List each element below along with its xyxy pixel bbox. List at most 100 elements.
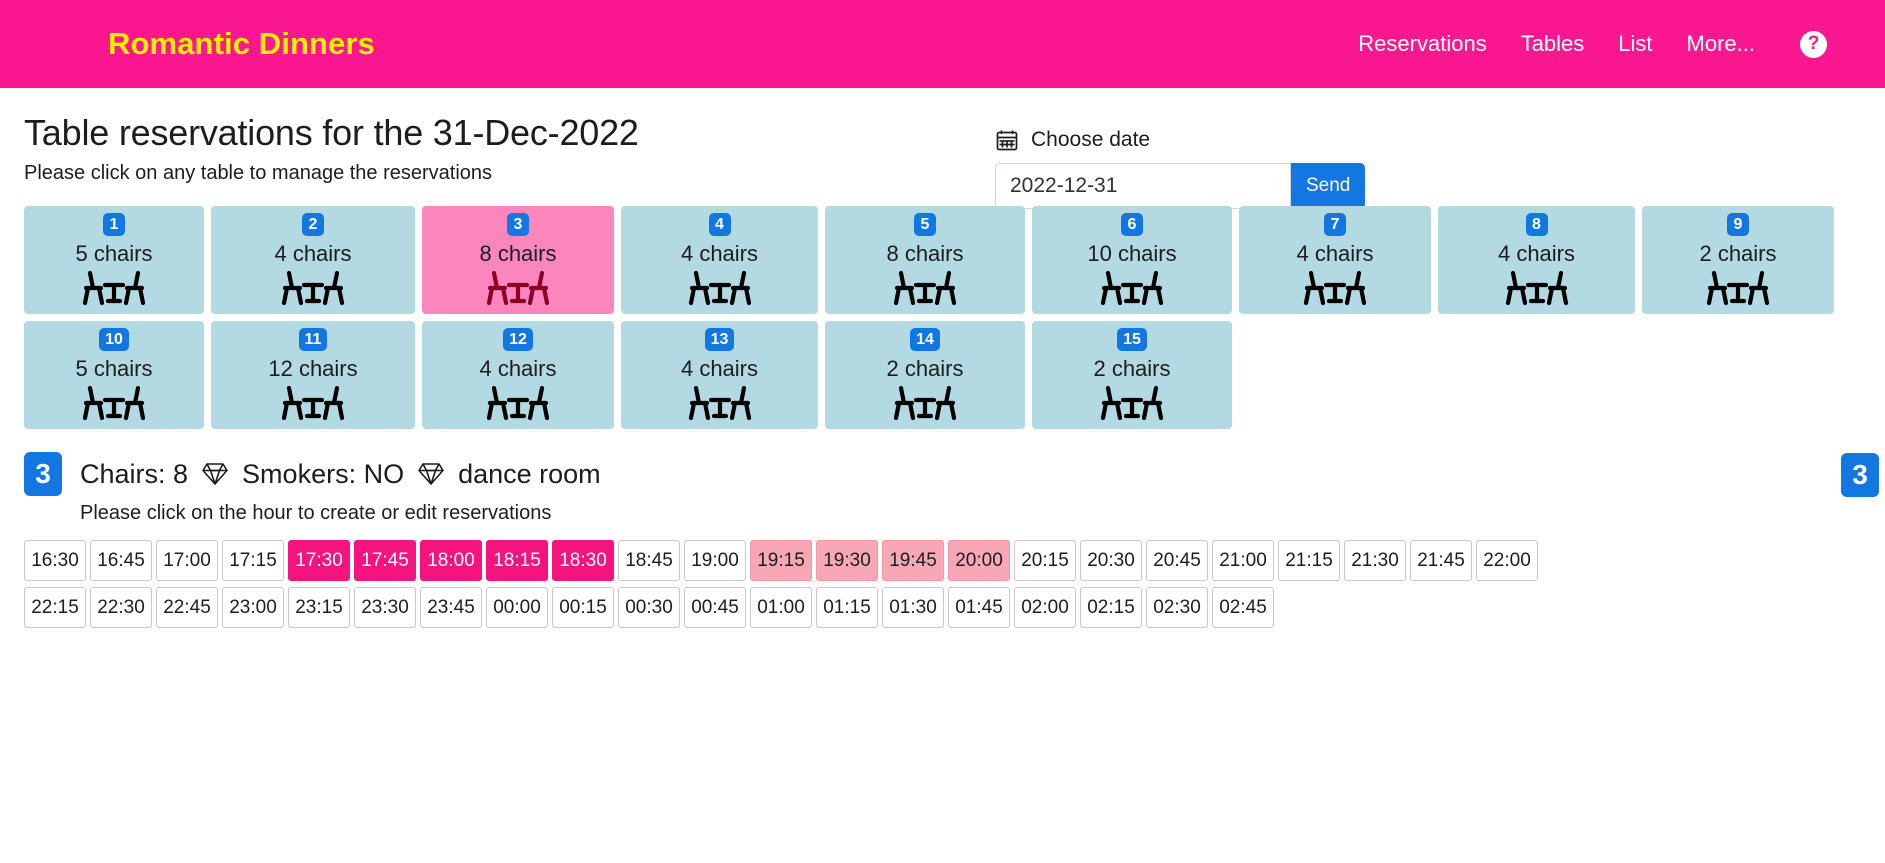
time-slot[interactable]: 19:45 bbox=[882, 540, 944, 581]
time-slot[interactable]: 18:30 bbox=[552, 540, 614, 581]
table-card-11[interactable]: 1112 chairs bbox=[211, 321, 415, 429]
time-slot[interactable]: 20:15 bbox=[1014, 540, 1076, 581]
table-chairs-label: 2 chairs bbox=[1093, 356, 1170, 382]
time-slot[interactable]: 01:15 bbox=[816, 587, 878, 628]
time-slot[interactable]: 02:30 bbox=[1146, 587, 1208, 628]
time-slot[interactable]: 16:30 bbox=[24, 540, 86, 581]
time-slot[interactable]: 23:15 bbox=[288, 587, 350, 628]
time-slot[interactable]: 21:45 bbox=[1410, 540, 1472, 581]
table-number-badge: 7 bbox=[1324, 213, 1346, 236]
tables-row-2: 105 chairs1112 chairs124 chairs134 chair… bbox=[24, 321, 1861, 429]
table-number-badge: 14 bbox=[910, 328, 940, 351]
table-with-chairs-icon bbox=[81, 384, 147, 424]
table-with-chairs-icon bbox=[1302, 269, 1368, 309]
table-card-10[interactable]: 10 5 chairs bbox=[24, 321, 204, 429]
time-slot[interactable]: 17:30 bbox=[288, 540, 350, 581]
table-chairs-label: 4 chairs bbox=[681, 241, 758, 267]
time-slot[interactable]: 17:45 bbox=[354, 540, 416, 581]
table-with-chairs-icon bbox=[1504, 269, 1570, 309]
time-slot[interactable]: 16:45 bbox=[90, 540, 152, 581]
nav-link-tables[interactable]: Tables bbox=[1504, 25, 1602, 63]
time-slot[interactable]: 01:45 bbox=[948, 587, 1010, 628]
table-card-13[interactable]: 134 chairs bbox=[621, 321, 818, 429]
table-with-chairs-icon bbox=[892, 384, 958, 424]
date-input[interactable] bbox=[995, 163, 1291, 209]
time-slot[interactable]: 01:00 bbox=[750, 587, 812, 628]
time-slot[interactable]: 22:45 bbox=[156, 587, 218, 628]
time-slot[interactable]: 00:00 bbox=[486, 587, 548, 628]
question-mark-icon[interactable]: ? bbox=[1800, 31, 1827, 58]
time-slot[interactable]: 01:30 bbox=[882, 587, 944, 628]
table-chairs-label: 4 chairs bbox=[1296, 241, 1373, 267]
time-slot[interactable]: 19:00 bbox=[684, 540, 746, 581]
table-card-14[interactable]: 14 2 chairs bbox=[825, 321, 1025, 429]
table-with-chairs-icon bbox=[1705, 269, 1771, 309]
gem-icon-2 bbox=[417, 461, 445, 487]
time-slot[interactable]: 00:15 bbox=[552, 587, 614, 628]
time-slot[interactable]: 21:00 bbox=[1212, 540, 1274, 581]
time-slot[interactable]: 00:30 bbox=[618, 587, 680, 628]
nav-link-reservations[interactable]: Reservations bbox=[1341, 25, 1503, 63]
time-slot[interactable]: 19:30 bbox=[816, 540, 878, 581]
detail-chairs: Chairs: 8 bbox=[80, 459, 188, 490]
time-slot[interactable]: 19:15 bbox=[750, 540, 812, 581]
nav-link-more[interactable]: More... bbox=[1670, 25, 1772, 63]
table-chairs-label: 2 chairs bbox=[886, 356, 963, 382]
table-with-chairs-icon bbox=[81, 269, 147, 309]
detail-room: dance room bbox=[458, 459, 601, 490]
table-chairs-label: 8 chairs bbox=[886, 241, 963, 267]
time-slot[interactable]: 21:15 bbox=[1278, 540, 1340, 581]
table-chairs-label: 12 chairs bbox=[268, 356, 357, 382]
table-number-badge: 10 bbox=[99, 328, 129, 351]
gem-icon bbox=[201, 461, 229, 487]
time-slot[interactable]: 17:00 bbox=[156, 540, 218, 581]
table-chairs-label: 4 chairs bbox=[681, 356, 758, 382]
calendar-icon bbox=[995, 128, 1019, 152]
nav-link-list[interactable]: List bbox=[1601, 25, 1669, 63]
table-card-7[interactable]: 7 4 chairs bbox=[1239, 206, 1431, 314]
table-with-chairs-icon bbox=[485, 269, 551, 309]
time-slot[interactable]: 23:00 bbox=[222, 587, 284, 628]
table-number-badge: 12 bbox=[503, 328, 533, 351]
time-slot[interactable]: 23:45 bbox=[420, 587, 482, 628]
tables-grid: 15 chairs24 chairs38 chairs44 chairs58 c… bbox=[24, 206, 1861, 429]
table-card-5[interactable]: 58 chairs bbox=[825, 206, 1025, 314]
table-card-9[interactable]: 92 chairs bbox=[1642, 206, 1834, 314]
time-slot[interactable]: 21:30 bbox=[1344, 540, 1406, 581]
time-slot[interactable]: 22:30 bbox=[90, 587, 152, 628]
send-button[interactable]: Send bbox=[1291, 163, 1365, 209]
time-slot[interactable]: 18:45 bbox=[618, 540, 680, 581]
time-slot[interactable]: 20:30 bbox=[1080, 540, 1142, 581]
brand-logo[interactable]: Romantic Dinners bbox=[108, 26, 375, 62]
table-detail: 3 Chairs: 8 Smokers: NO bbox=[24, 452, 1861, 525]
table-number-badge: 2 bbox=[302, 213, 324, 236]
time-slot[interactable]: 17:15 bbox=[222, 540, 284, 581]
detail-attributes: Chairs: 8 Smokers: NO bbox=[80, 459, 601, 490]
time-slot[interactable]: 22:15 bbox=[24, 587, 86, 628]
time-slot[interactable]: 20:00 bbox=[948, 540, 1010, 581]
table-with-chairs-icon bbox=[280, 384, 346, 424]
time-slot[interactable]: 00:45 bbox=[684, 587, 746, 628]
table-card-15[interactable]: 15 2 chairs bbox=[1032, 321, 1232, 429]
detail-table-badge: 3 bbox=[24, 452, 62, 496]
date-picker-label: Choose date bbox=[1031, 128, 1150, 152]
time-slot[interactable]: 18:15 bbox=[486, 540, 548, 581]
date-picker: Choose date Send bbox=[995, 128, 1375, 209]
table-card-3[interactable]: 38 chairs bbox=[422, 206, 614, 314]
time-slot[interactable]: 23:30 bbox=[354, 587, 416, 628]
table-card-12[interactable]: 124 chairs bbox=[422, 321, 614, 429]
time-slot[interactable]: 20:45 bbox=[1146, 540, 1208, 581]
table-chairs-label: 5 chairs bbox=[75, 356, 152, 382]
time-slot[interactable]: 22:00 bbox=[1476, 540, 1538, 581]
table-chairs-label: 5 chairs bbox=[75, 241, 152, 267]
table-card-2[interactable]: 24 chairs bbox=[211, 206, 415, 314]
table-card-8[interactable]: 84 chairs bbox=[1438, 206, 1635, 314]
table-card-6[interactable]: 610 chairs bbox=[1032, 206, 1232, 314]
table-card-4[interactable]: 44 chairs bbox=[621, 206, 818, 314]
time-slot[interactable]: 02:00 bbox=[1014, 587, 1076, 628]
table-number-badge: 15 bbox=[1117, 328, 1147, 351]
time-slot[interactable]: 18:00 bbox=[420, 540, 482, 581]
time-slot[interactable]: 02:15 bbox=[1080, 587, 1142, 628]
time-slot[interactable]: 02:45 bbox=[1212, 587, 1274, 628]
table-card-1[interactable]: 15 chairs bbox=[24, 206, 204, 314]
